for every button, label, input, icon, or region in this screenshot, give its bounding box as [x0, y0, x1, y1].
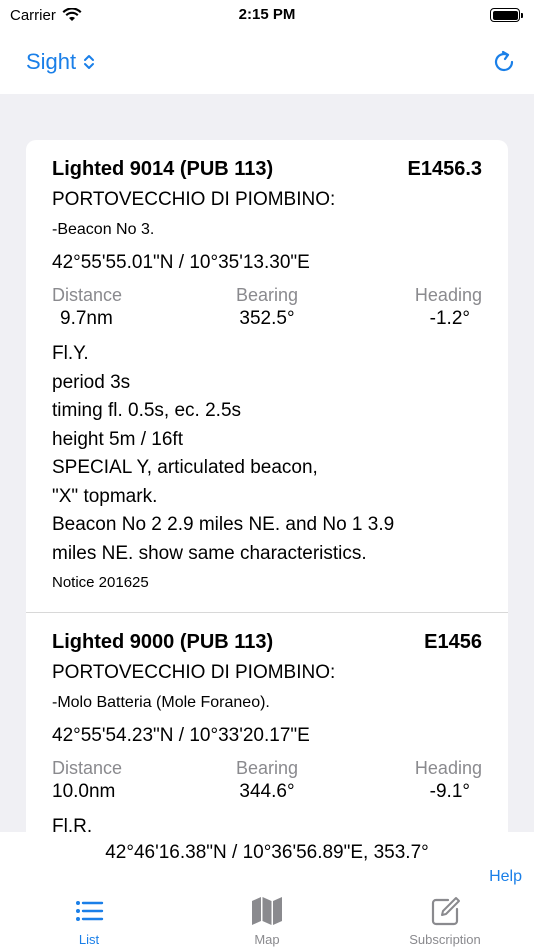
entry-code: E1456.3 [407, 157, 482, 180]
description-line: Fl.Y. [52, 343, 89, 364]
bearing-label: Bearing [235, 758, 299, 778]
distance-metric: Distance 9.7nm [52, 284, 195, 332]
description-line: height 5m / 16ft [52, 428, 183, 450]
bottom-panel: 42°46'16.38"N / 10°36'56.89"E, 353.7° He… [0, 832, 534, 950]
status-time: 2:15 PM [238, 6, 296, 23]
description-line: timing fl. 0.5s, ec. 2.5s [52, 400, 242, 421]
tab-label: Map [254, 932, 280, 947]
heading-value: -9.1° [429, 781, 470, 802]
heading-label: Heading [414, 758, 482, 778]
tab-list[interactable]: List [0, 892, 178, 950]
description-line: Beacon No 2 2.9 miles NE. and No 1 3.9 [52, 514, 395, 535]
distance-value: 9.7nm [60, 308, 113, 329]
entry-location: PORTOVECCHIO DI PIOMBINO: [52, 189, 336, 210]
map-icon [252, 897, 282, 925]
list-item[interactable]: Lighted 9014 (PUB 113) E1456.3 PORTOVECC… [26, 140, 508, 598]
bearing-metric: Bearing 352.5° [195, 284, 338, 332]
entry-location: PORTOVECCHIO DI PIOMBINO: [52, 662, 336, 683]
bearing-value: 352.5° [239, 308, 295, 329]
distance-metric: Distance 10.0nm [52, 757, 195, 805]
entry-title: Lighted 9000 (PUB 113) [52, 630, 274, 653]
chevron-up-down-icon [84, 55, 95, 69]
description-line: period 3s [52, 371, 131, 393]
heading-label: Heading [414, 285, 482, 305]
entry-coordinates: 42°55'55.01"N / 10°35'13.30"E [52, 252, 310, 273]
entry-title: Lighted 9014 (PUB 113) [52, 157, 274, 180]
heading-value: -1.2° [429, 308, 470, 329]
nav-title-label: Sight [26, 49, 77, 74]
description-line: miles NE. show same characteristics. [52, 542, 367, 564]
entry-header: Lighted 9014 (PUB 113) E1456.3 [52, 154, 482, 184]
entry-sublocation: -Beacon No 3. [52, 221, 155, 238]
bearing-metric: Bearing 344.6° [195, 757, 338, 805]
tab-label: Subscription [409, 932, 481, 947]
compose-icon [431, 897, 460, 926]
entry-metrics: Distance 9.7nm Bearing 352.5° Heading -1… [52, 284, 482, 332]
heading-metric: Heading -1.2° [339, 284, 482, 332]
bearing-value: 344.6° [239, 781, 295, 802]
description-line: SPECIAL Y, articulated beacon, [52, 457, 318, 478]
entry-code: E1456 [424, 630, 482, 653]
light-list[interactable]: Lighted 9014 (PUB 113) E1456.3 PORTOVECC… [0, 94, 534, 832]
tab-label: List [78, 932, 100, 947]
list-icon [76, 901, 104, 921]
tab-subscription[interactable]: Subscription [356, 892, 534, 950]
description-line: "X" topmark. [52, 485, 158, 507]
list-card: Lighted 9014 (PUB 113) E1456.3 PORTOVECC… [26, 140, 508, 832]
bearing-label: Bearing [235, 285, 299, 305]
tab-map[interactable]: Map [178, 892, 356, 950]
distance-label: Distance [52, 285, 123, 305]
entry-coordinates: 42°55'54.23"N / 10°33'20.17"E [52, 725, 310, 746]
entry-description: Fl.R. [52, 813, 482, 832]
entry-metrics: Distance 10.0nm Bearing 344.6° Heading -… [52, 757, 482, 805]
entry-sublocation: -Molo Batteria (Mole Foraneo). [52, 694, 270, 711]
distance-value: 10.0nm [52, 781, 116, 802]
description-line: Fl.R. [52, 816, 93, 832]
entry-notice: Notice 201625 [52, 574, 149, 591]
list-item[interactable]: Lighted 9000 (PUB 113) E1456 PORTOVECCHI… [26, 612, 508, 832]
tab-bar: List Map Subscription [0, 892, 534, 950]
heading-metric: Heading -9.1° [339, 757, 482, 805]
entry-description: Fl.Y. period 3s timing fl. 0.5s, ec. 2.5… [52, 340, 482, 568]
nav-bar: Sight [0, 30, 534, 94]
sight-selector-button[interactable]: Sight [26, 49, 96, 75]
entry-header: Lighted 9000 (PUB 113) E1456 [52, 627, 482, 657]
refresh-icon[interactable] [490, 48, 518, 76]
current-position: 42°46'16.38"N / 10°36'56.89"E, 353.7° [105, 842, 429, 863]
help-link[interactable]: Help [489, 868, 522, 886]
distance-label: Distance [52, 758, 123, 778]
